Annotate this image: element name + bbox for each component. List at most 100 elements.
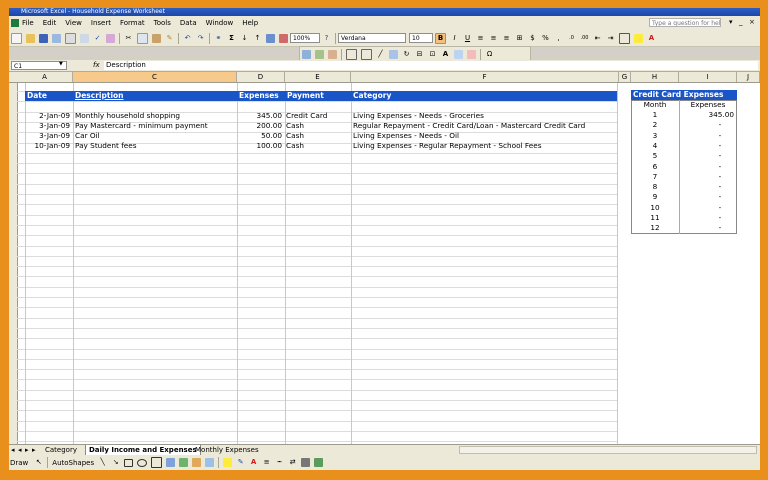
- arrow-icon[interactable]: ↘: [111, 458, 120, 467]
- underline-icon[interactable]: U: [463, 34, 472, 43]
- header-category[interactable]: Category: [351, 91, 617, 101]
- dash-style-icon[interactable]: ┅: [275, 458, 284, 467]
- decrease-indent-icon[interactable]: ⇤: [593, 34, 602, 43]
- cell-date[interactable]: 3-Jan-09: [25, 131, 73, 141]
- first-sheet-icon[interactable]: ◂: [11, 445, 15, 455]
- credit-card-expense[interactable]: -: [679, 120, 737, 130]
- credit-card-expenses-header[interactable]: Expenses: [679, 100, 737, 110]
- minimize-icon[interactable]: _: [739, 18, 743, 26]
- cell-date[interactable]: 10-Jan-09: [25, 141, 73, 151]
- credit-card-month[interactable]: 8: [631, 182, 679, 192]
- open-icon[interactable]: [26, 33, 35, 43]
- menu-data[interactable]: Data: [180, 19, 197, 27]
- credit-card-month[interactable]: 4: [631, 141, 679, 151]
- credit-card-expense[interactable]: -: [679, 172, 737, 182]
- menu-edit[interactable]: Edit: [43, 19, 57, 27]
- drawing-icon[interactable]: [279, 33, 288, 43]
- worksheet-grid[interactable]: Date Description Expenses Payment Catego…: [9, 83, 760, 444]
- copy-icon[interactable]: [137, 32, 148, 44]
- comma-style-icon[interactable]: ,: [554, 34, 563, 43]
- help-question-input[interactable]: Type a question for help: [649, 18, 721, 27]
- cell-category[interactable]: Living Expenses - Needs - Oil: [353, 131, 617, 141]
- format-object-icon[interactable]: [454, 49, 463, 59]
- font-name-select[interactable]: Verdana: [338, 33, 406, 43]
- cell-category[interactable]: Living Expenses - Needs - Groceries: [353, 111, 617, 121]
- credit-card-month[interactable]: 3: [631, 131, 679, 141]
- legend-icon[interactable]: [315, 49, 324, 59]
- cell-description[interactable]: Pay Mastercard - minimum payment: [75, 121, 235, 131]
- diagram-icon[interactable]: [179, 458, 189, 467]
- credit-card-expense[interactable]: -: [679, 213, 737, 223]
- column-header-j[interactable]: J: [737, 72, 760, 82]
- help-icon[interactable]: ?: [322, 34, 331, 43]
- cell-category[interactable]: Living Expenses - Regular Repayment - Sc…: [353, 141, 617, 151]
- cell-payment[interactable]: Credit Card: [286, 111, 350, 121]
- save-icon[interactable]: [39, 33, 48, 43]
- column-header-f[interactable]: F: [351, 72, 619, 82]
- tab-category[interactable]: Category: [45, 445, 77, 455]
- menu-tools[interactable]: Tools: [154, 19, 171, 27]
- credit-card-expense[interactable]: -: [679, 182, 737, 192]
- menu-insert[interactable]: Insert: [91, 19, 111, 27]
- column-header-c[interactable]: C: [73, 72, 237, 82]
- hyperlink-icon[interactable]: ⚭: [214, 34, 223, 43]
- align-center-icon[interactable]: ≡: [489, 34, 498, 43]
- credit-card-expense[interactable]: -: [679, 141, 737, 151]
- menu-window[interactable]: Window: [206, 19, 234, 27]
- credit-card-month[interactable]: 1: [631, 110, 679, 120]
- credit-card-expense[interactable]: -: [679, 192, 737, 202]
- credit-card-title[interactable]: Credit Card Expenses: [631, 90, 737, 100]
- tab-monthly-expenses[interactable]: Monthly Expenses: [195, 445, 259, 455]
- column-header-a[interactable]: A: [17, 72, 73, 82]
- sort-ascending-icon[interactable]: ↓: [240, 34, 249, 43]
- align-left-icon[interactable]: ≡: [476, 34, 485, 43]
- column-header-h[interactable]: H: [631, 72, 679, 82]
- cell-expenses[interactable]: 50.00: [237, 131, 285, 141]
- close-icon[interactable]: ×: [749, 18, 755, 26]
- spelling-icon[interactable]: ✓: [93, 34, 102, 43]
- formula-input[interactable]: Description: [104, 61, 758, 70]
- group-icon[interactable]: ⊡: [428, 50, 437, 59]
- fill-color-icon[interactable]: [634, 33, 643, 43]
- sort-descending-icon[interactable]: ↑: [253, 34, 262, 43]
- bold-icon[interactable]: B: [435, 32, 446, 44]
- decrease-decimal-icon[interactable]: .00: [580, 34, 589, 43]
- next-sheet-icon[interactable]: ▸: [25, 445, 29, 455]
- cell-date[interactable]: 2-Jan-09: [25, 111, 73, 121]
- cell-payment[interactable]: Cash: [286, 121, 350, 131]
- insert-picture-icon[interactable]: [205, 458, 215, 467]
- line-icon[interactable]: ╲: [98, 458, 107, 467]
- zoom-select[interactable]: 100%: [290, 33, 320, 43]
- print-preview-icon[interactable]: [80, 33, 89, 43]
- oval-icon[interactable]: [137, 458, 148, 467]
- menu-help[interactable]: Help: [242, 19, 258, 27]
- percent-icon[interactable]: %: [541, 34, 550, 43]
- name-box-dropdown-icon[interactable]: ▼: [59, 61, 63, 67]
- line-color-icon[interactable]: ✎: [236, 458, 245, 467]
- textbox-icon[interactable]: [151, 457, 163, 468]
- select-objects-icon[interactable]: ↖: [34, 458, 43, 467]
- header-expenses[interactable]: Expenses: [237, 91, 285, 101]
- line-style-icon[interactable]: ≡: [262, 458, 271, 467]
- arrow-style-icon[interactable]: ⇄: [288, 458, 297, 467]
- header-date[interactable]: Date: [25, 91, 73, 101]
- help-dropdown-icon[interactable]: ▾: [729, 18, 733, 26]
- cell-description[interactable]: Car Oil: [75, 131, 235, 141]
- symbol-icon[interactable]: Ω: [485, 50, 494, 59]
- credit-card-expense[interactable]: -: [679, 151, 737, 161]
- draw-fill-color-icon[interactable]: [223, 458, 233, 467]
- autoshapes-menu[interactable]: AutoShapes: [52, 459, 94, 467]
- format-painter-icon[interactable]: ✎: [165, 34, 174, 43]
- picture-icon[interactable]: [389, 49, 398, 59]
- autosum-icon[interactable]: Σ: [227, 34, 236, 43]
- credit-card-month[interactable]: 5: [631, 151, 679, 161]
- menu-format[interactable]: Format: [120, 19, 145, 27]
- excel-app-icon[interactable]: [11, 19, 19, 27]
- credit-card-month[interactable]: 12: [631, 223, 679, 233]
- 3d-style-icon[interactable]: [314, 458, 324, 467]
- cell-payment[interactable]: Cash: [286, 141, 350, 151]
- last-sheet-icon[interactable]: ▸: [32, 445, 36, 455]
- column-header-e[interactable]: E: [285, 72, 351, 82]
- header-payment[interactable]: Payment: [285, 91, 351, 101]
- chart-wizard-icon[interactable]: [266, 33, 275, 43]
